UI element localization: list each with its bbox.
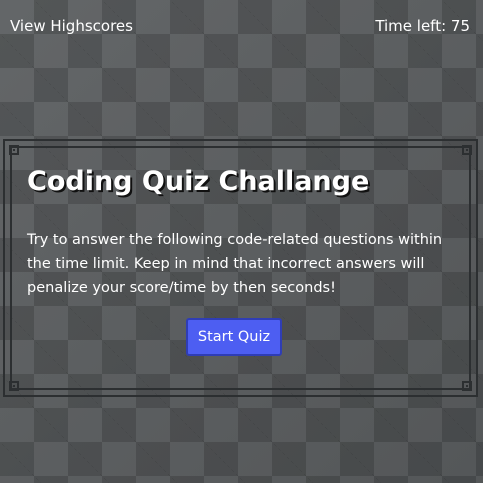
start-quiz-button[interactable]: Start Quiz [186, 318, 282, 356]
quiz-title: Coding Quiz Challange [27, 166, 370, 197]
view-highscores-link[interactable]: View Highscores [10, 17, 133, 35]
frame-corner-ornament [9, 381, 19, 391]
quiz-description: Try to answer the following code-related… [27, 232, 443, 296]
timer-label: Time left: [375, 17, 451, 35]
quiz-intro-card: Coding Quiz Challange Try to answer the … [3, 139, 478, 397]
timer-value: 75 [450, 17, 470, 35]
frame-corner-ornament [462, 381, 472, 391]
timer: Time left: 75 [375, 17, 470, 35]
top-bar: View Highscores Time left: 75 [0, 0, 483, 54]
frame-corner-ornament [9, 145, 19, 155]
frame-corner-ornament [462, 145, 472, 155]
